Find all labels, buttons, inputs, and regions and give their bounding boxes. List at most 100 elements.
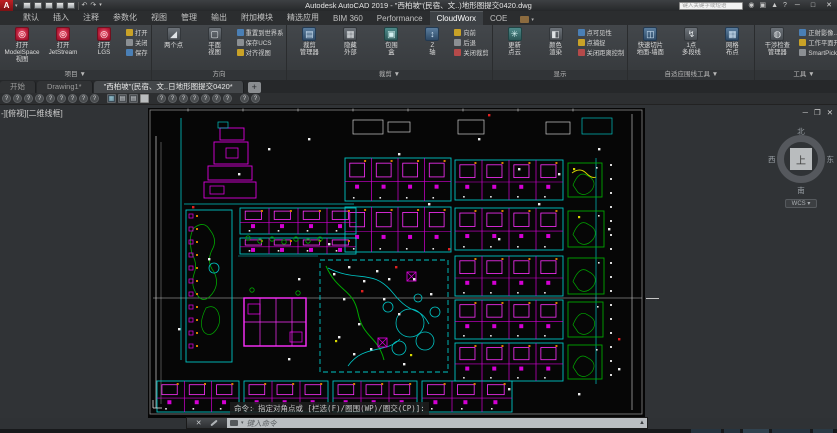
- plugin-icon-15[interactable]: ?: [168, 94, 177, 103]
- stay-connected-icon[interactable]: ▲: [771, 1, 778, 10]
- ribbon-tab-13[interactable]: COE: [483, 12, 514, 25]
- doc-close-icon[interactable]: ✕: [827, 108, 833, 117]
- model-space-canvas[interactable]: [148, 108, 645, 418]
- ribbon-small-button[interactable]: 点可见性: [578, 28, 625, 37]
- ribbon-button[interactable]: ◎打开 LGS: [85, 27, 123, 56]
- ribbon-tab-6[interactable]: 管理: [174, 10, 204, 25]
- ribbon-button[interactable]: ◢两个点: [155, 27, 193, 49]
- ribbon-panel-label[interactable]: 自适应围线工具 ▼: [628, 70, 754, 80]
- plugin-icon-11[interactable]: ▤: [118, 94, 127, 103]
- ribbon-tab-4[interactable]: 参数化: [106, 10, 144, 25]
- ribbon-tab-1[interactable]: 默认: [16, 10, 46, 25]
- viewcube-top-face[interactable]: 上: [790, 148, 812, 170]
- plot-button[interactable]: [67, 2, 75, 9]
- undo-icon[interactable]: ↶: [82, 1, 88, 10]
- close-button[interactable]: ✕: [823, 1, 835, 10]
- ribbon-button[interactable]: ▣包围 盒: [372, 27, 410, 56]
- plugin-icon-3[interactable]: ?: [24, 94, 33, 103]
- plugin-icon-2[interactable]: ?: [13, 94, 22, 103]
- plugin-icon-7[interactable]: ?: [68, 94, 77, 103]
- view-cube[interactable]: 北 上 西 东 南 WCS ▾: [771, 127, 831, 211]
- logo-dropdown-icon[interactable]: ▾: [15, 3, 18, 9]
- plugin-icon-4[interactable]: ?: [35, 94, 44, 103]
- status-bar-segment[interactable]: [813, 429, 833, 433]
- ribbon-small-button[interactable]: 关闭距离控制: [578, 48, 625, 57]
- ribbon-button[interactable]: ✳更新 点云: [496, 27, 534, 56]
- file-tab-3[interactable]: "西柏坡"(民宿、文..日地形图提交0420*: [94, 81, 244, 93]
- minimize-button[interactable]: ─: [792, 1, 803, 10]
- ribbon-small-button[interactable]: 后退: [454, 38, 488, 47]
- help-icon[interactable]: ?: [783, 1, 787, 10]
- ribbon-panel-label[interactable]: 裁剪 ▼: [287, 70, 491, 80]
- signin-icon[interactable]: ◉: [748, 1, 754, 10]
- ribbon-panel-label[interactable]: 方向: [152, 70, 287, 80]
- ribbon-button[interactable]: ◎打开 JetStream: [44, 27, 82, 56]
- new-drawing-tab-button[interactable]: +: [248, 82, 261, 93]
- ribbon-button[interactable]: ▦隐藏 外部: [331, 27, 369, 56]
- status-bar-segment[interactable]: [724, 429, 740, 433]
- command-close-icon[interactable]: ✕: [196, 419, 202, 427]
- ribbon-small-button[interactable]: 保存UCS: [237, 38, 284, 47]
- status-bar-segment[interactable]: [772, 429, 810, 433]
- viewcube-south-label[interactable]: 南: [797, 185, 805, 196]
- new-button[interactable]: [23, 2, 31, 9]
- ribbon-button[interactable]: ▤裁剪 管理器: [290, 27, 328, 56]
- save-button[interactable]: [45, 2, 53, 9]
- command-bar[interactable]: ✕ ▾ 键入命令 ▲: [186, 417, 648, 429]
- plugin-icon-10[interactable]: ▦: [107, 94, 116, 103]
- doc-minimize-icon[interactable]: ─: [803, 108, 808, 117]
- command-recent-icon[interactable]: [230, 420, 238, 426]
- ribbon-tab-5[interactable]: 视图: [144, 10, 174, 25]
- ribbon-button[interactable]: ▢平面 视图: [196, 27, 234, 56]
- command-dropdown-icon[interactable]: ▾: [241, 420, 244, 426]
- ribbon-small-button[interactable]: 保存: [126, 48, 148, 57]
- qat-dropdown-icon[interactable]: ▾: [99, 1, 102, 10]
- saveas-button[interactable]: [56, 2, 64, 9]
- viewcube-west-label[interactable]: 西: [768, 154, 776, 165]
- drawing-workspace[interactable]: -][俯视][二维线框] ─ ❐ ✕ 北 上 西 东 南 WCS ▾ 命令: 指…: [0, 105, 837, 418]
- ribbon-button[interactable]: ◍干涉检查 管理器: [758, 27, 796, 56]
- plugin-icon-21[interactable]: ?: [240, 94, 249, 103]
- ribbon-tab-3[interactable]: 注释: [76, 10, 106, 25]
- viewcube-east-label[interactable]: 东: [827, 154, 835, 165]
- ribbon-button[interactable]: ◎打开 ModelSpace视图: [3, 27, 41, 63]
- ribbon-small-button[interactable]: 点捕捉: [578, 38, 625, 47]
- command-expand-icon[interactable]: ▲: [637, 418, 647, 428]
- plugin-icon-12[interactable]: ▤: [129, 94, 138, 103]
- ribbon-small-button[interactable]: 打开: [126, 28, 148, 37]
- wcs-dropdown[interactable]: WCS ▾: [785, 199, 817, 208]
- ribbon-tab-11[interactable]: Performance: [370, 12, 430, 25]
- file-tab-1[interactable]: 开始: [0, 81, 36, 93]
- ribbon-button[interactable]: ◧颜色 渲染: [537, 27, 575, 56]
- ribbon-small-button[interactable]: SmartPick视图: [799, 48, 837, 57]
- plugin-icon-5[interactable]: ?: [46, 94, 55, 103]
- plugin-icon-18[interactable]: ?: [201, 94, 210, 103]
- ribbon-panel-label[interactable]: 工具 ▼: [755, 70, 837, 80]
- ribbon-tab-2[interactable]: 插入: [46, 10, 76, 25]
- file-tab-2[interactable]: Drawing1*: [37, 81, 93, 93]
- status-bar-segment[interactable]: [691, 429, 721, 433]
- plugin-icon-16[interactable]: ?: [179, 94, 188, 103]
- plugin-icon-13[interactable]: [140, 94, 149, 103]
- ribbon-small-button[interactable]: 向前: [454, 28, 488, 37]
- ribbon-small-button[interactable]: 对齐视图: [237, 48, 284, 57]
- ribbon-panel-label[interactable]: 项目 ▼: [0, 70, 151, 80]
- open-button[interactable]: [34, 2, 42, 9]
- ribbon-button[interactable]: ↕Z 轴: [413, 27, 451, 56]
- ribbon-tab-8[interactable]: 附加模块: [234, 10, 280, 25]
- ribbon-small-button[interactable]: 关闭裁剪: [454, 48, 488, 57]
- plugin-icon-8[interactable]: ?: [79, 94, 88, 103]
- ribbon-tab-9[interactable]: 精选应用: [280, 10, 326, 25]
- plugin-icon-14[interactable]: ?: [157, 94, 166, 103]
- ribbon-small-button[interactable]: 重置到世界系: [237, 28, 284, 37]
- plugin-icon-9[interactable]: ?: [90, 94, 99, 103]
- ribbon-tab-12[interactable]: CloudWorx: [430, 11, 483, 25]
- plugin-icon-19[interactable]: ?: [212, 94, 221, 103]
- ribbon-small-button[interactable]: 工作平面开/关: [799, 38, 837, 47]
- plugin-icon-20[interactable]: ?: [223, 94, 232, 103]
- ribbon-tab-10[interactable]: BIM 360: [326, 12, 370, 25]
- doc-restore-icon[interactable]: ❐: [814, 108, 821, 117]
- plugin-icon-22[interactable]: ?: [251, 94, 260, 103]
- help-search-input[interactable]: 键入关键字或短语: [679, 2, 743, 10]
- viewport-controls-label[interactable]: -][俯视][二维线框]: [1, 108, 63, 119]
